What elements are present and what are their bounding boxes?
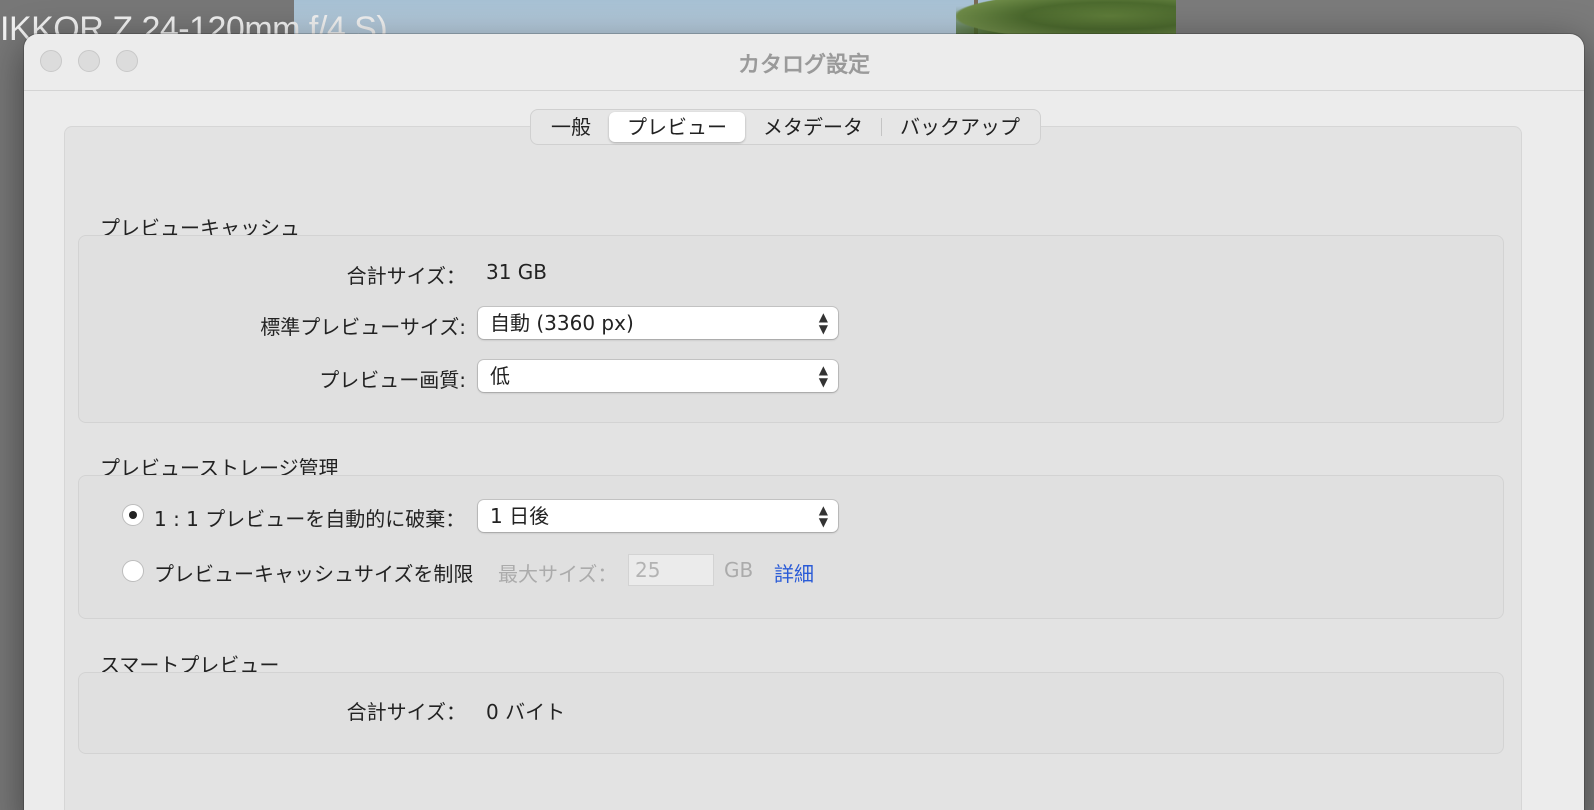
smart-preview-box (78, 672, 1504, 754)
titlebar: カタログ設定 (24, 34, 1584, 91)
tab-metadata[interactable]: メタデータ (745, 112, 881, 142)
preview-quality-value: 低 (490, 364, 510, 388)
discard-period-select[interactable]: 1 日後 ▲ ▼ (478, 500, 838, 532)
max-size-label: 最大サイズ： (498, 562, 618, 586)
tab-bar: 一般 プレビュー メタデータ バックアップ (530, 109, 1041, 145)
total-size-label: 合計サイズ： (346, 264, 466, 288)
discard-radio[interactable] (122, 504, 144, 526)
preview-quality-label: プレビュー画質: (319, 368, 466, 392)
catalog-settings-dialog: カタログ設定 一般 プレビュー メタデータ バックアップ プレビューキャッシュ … (24, 34, 1584, 810)
standard-preview-size-label: 標準プレビューサイズ: (260, 315, 466, 339)
tab-general[interactable]: 一般 (533, 112, 609, 142)
details-link[interactable]: 詳細 (774, 558, 814, 587)
max-size-input[interactable]: 25 (628, 554, 714, 586)
discard-period-value: 1 日後 (490, 504, 550, 528)
chevron-updown-icon: ▲ ▼ (818, 310, 828, 336)
discard-label: 1 : 1 プレビューを自動的に破棄： (154, 507, 466, 531)
max-size-unit: GB (724, 558, 754, 582)
window-title: カタログ設定 (737, 53, 870, 78)
smart-total-size-label: 合計サイズ： (346, 700, 466, 724)
total-size-value: 31 GB (486, 260, 548, 284)
preview-quality-select[interactable]: 低 ▲ ▼ (478, 360, 838, 392)
storage-management-box (78, 475, 1504, 619)
smart-total-size-value: 0 バイト (486, 700, 566, 724)
standard-preview-size-select[interactable]: 自動 (3360 px) ▲ ▼ (478, 307, 838, 339)
tab-preview[interactable]: プレビュー (609, 112, 745, 142)
limit-cache-label: プレビューキャッシュサイズを制限 (154, 562, 474, 586)
chevron-updown-icon: ▲ ▼ (818, 363, 828, 389)
limit-cache-radio[interactable] (122, 560, 144, 582)
tab-backup[interactable]: バックアップ (882, 112, 1038, 142)
chevron-updown-icon: ▲ ▼ (818, 503, 828, 529)
standard-preview-size-value: 自動 (3360 px) (490, 311, 634, 335)
